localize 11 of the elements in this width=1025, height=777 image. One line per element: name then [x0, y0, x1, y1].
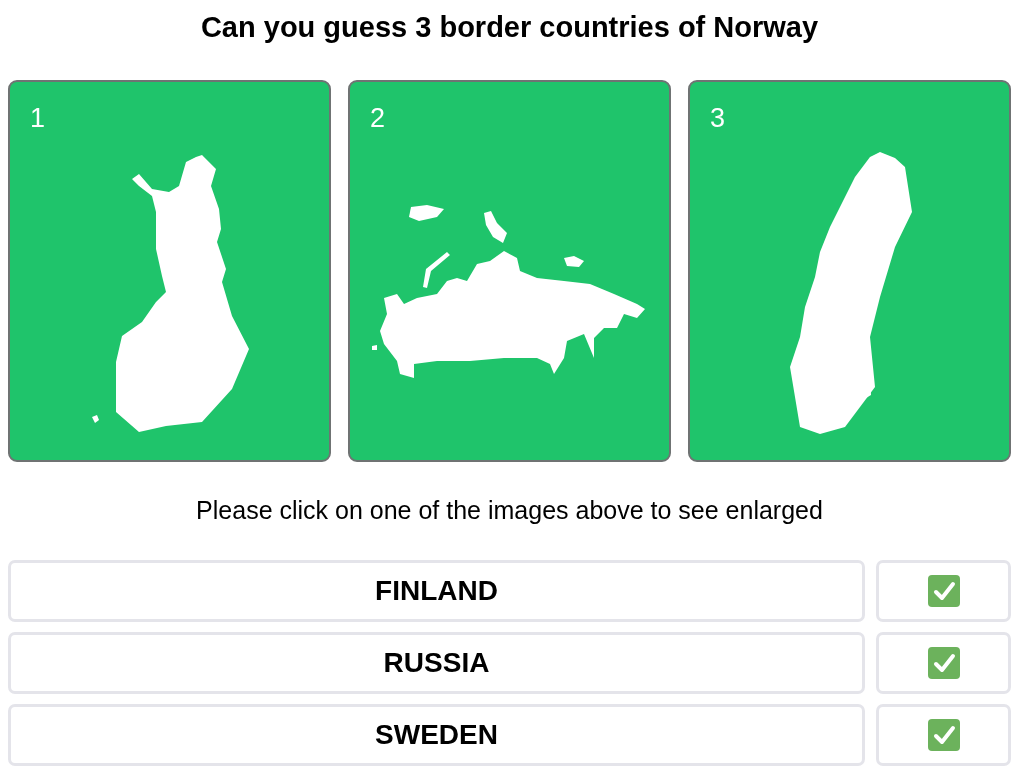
map-card[interactable]: 1 [8, 80, 331, 462]
answer-label: RUSSIA [383, 647, 490, 679]
card-number: 3 [710, 102, 726, 134]
map-card[interactable]: 3 [688, 80, 1011, 462]
instruction-text: Please click on one of the images above to see enlarged [195, 495, 824, 525]
quiz-title: Can you guess 3 border countries of Norway [199, 10, 820, 44]
card-number: 2 [370, 102, 386, 134]
card-number: 1 [30, 102, 46, 134]
map-card[interactable]: 2 [348, 80, 671, 462]
answer-label: SWEDEN [375, 719, 498, 751]
answer-label: FINLAND [375, 575, 498, 607]
